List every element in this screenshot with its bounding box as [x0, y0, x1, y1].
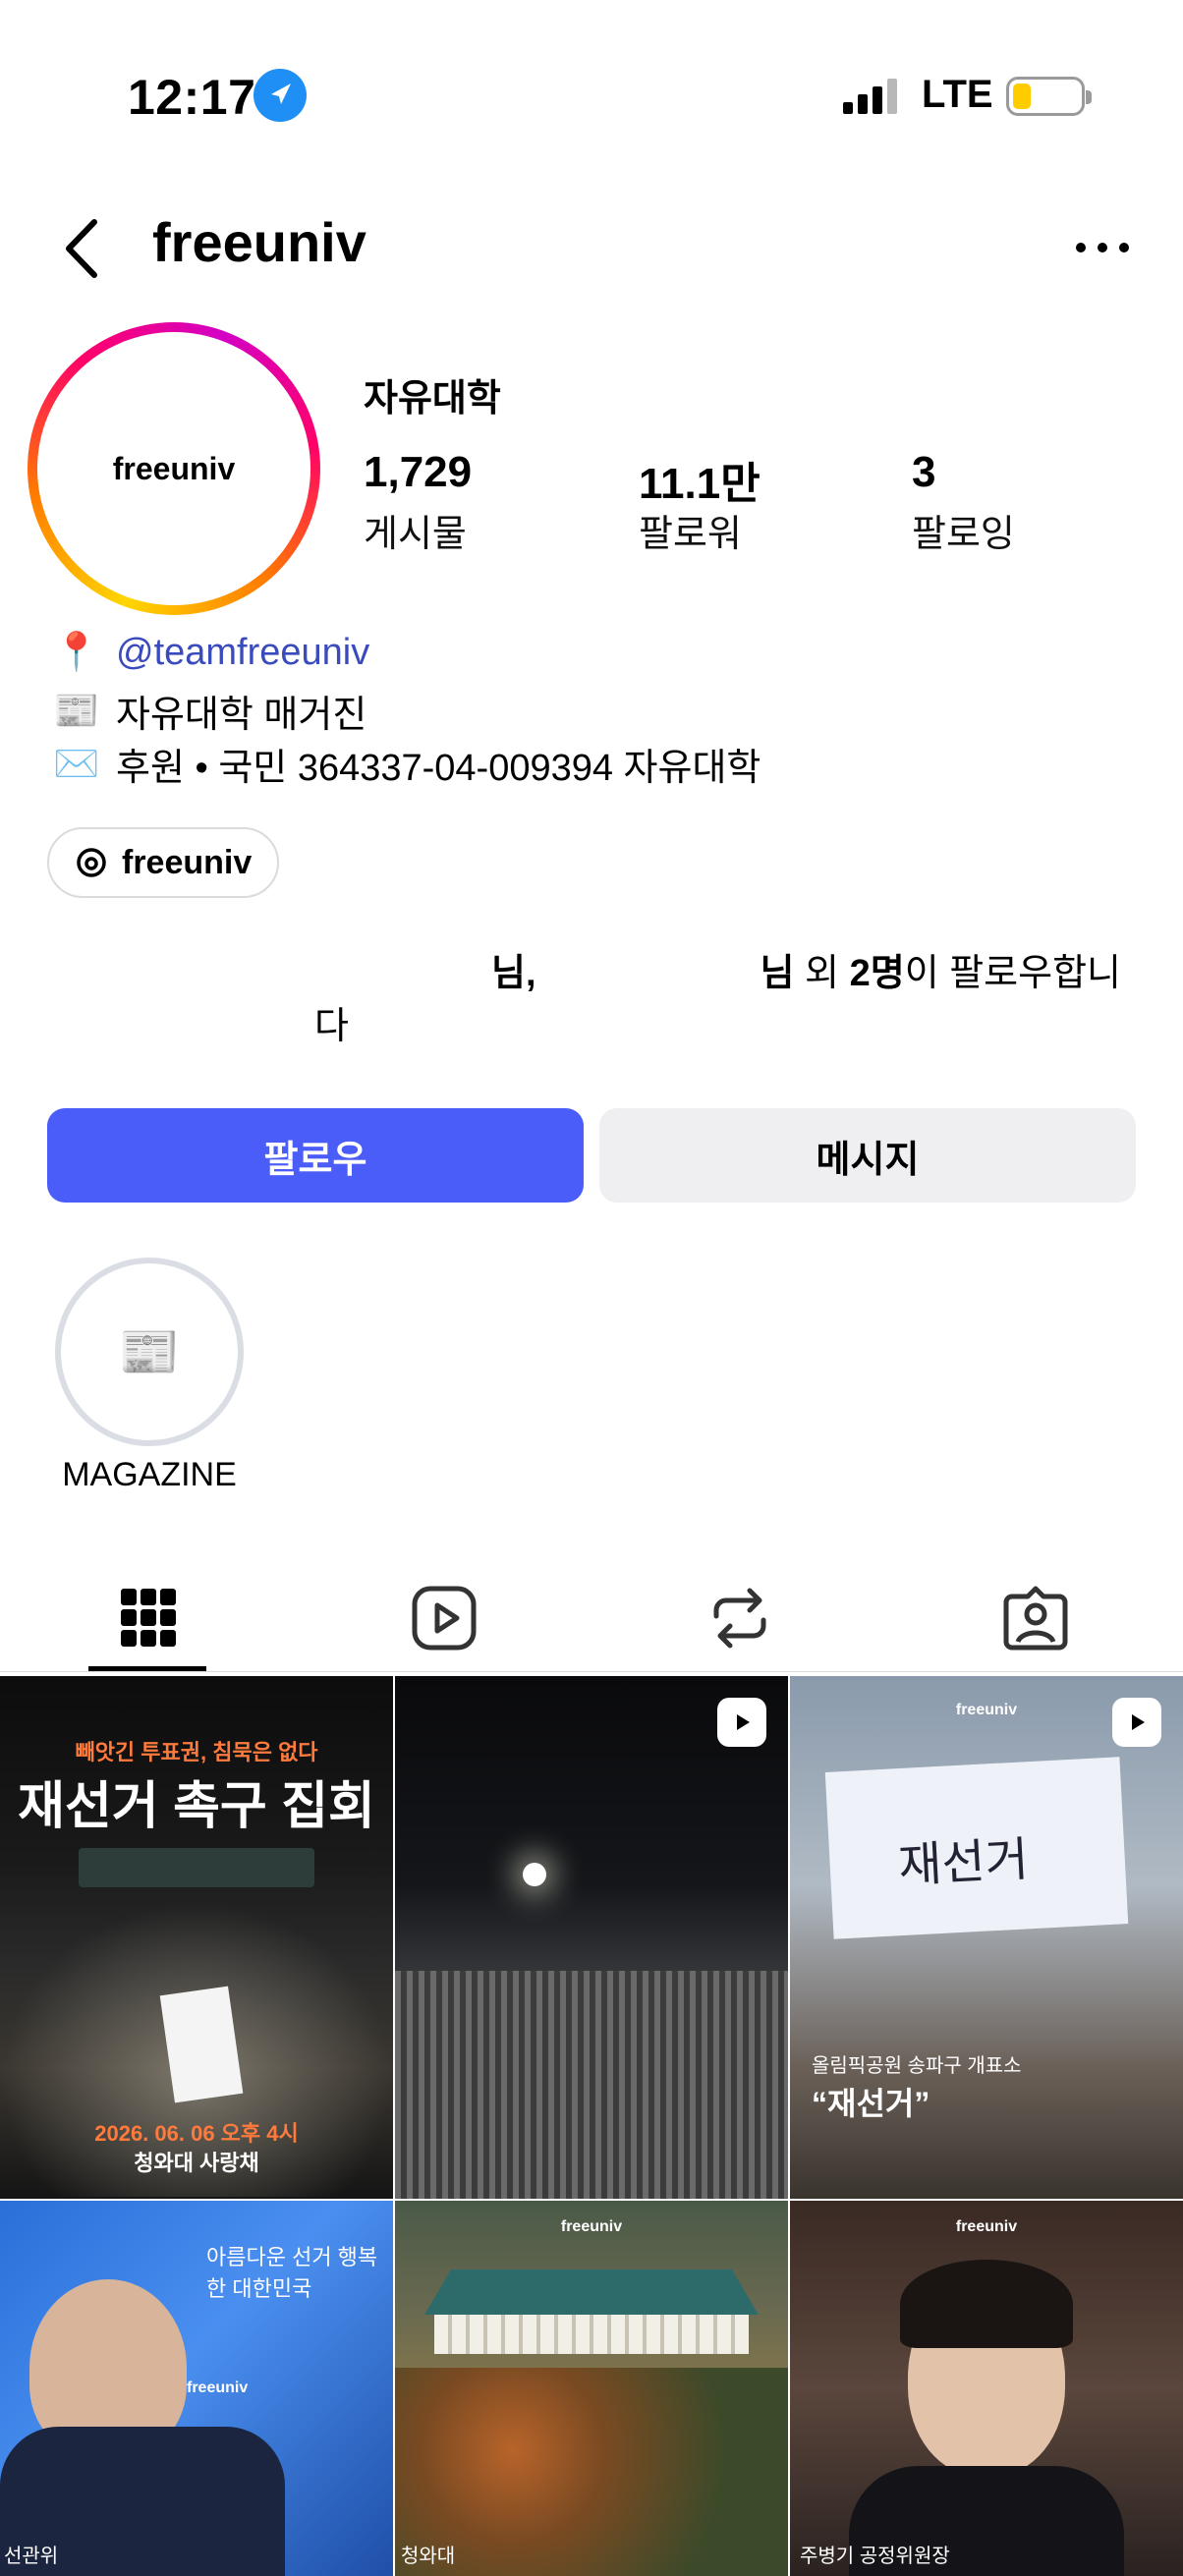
following-count[interactable]: 3 — [912, 448, 935, 497]
bio-line-donation: ✉️ 후원 • 국민 364337-04-009394 자유대학 — [51, 737, 760, 791]
highlight-magazine[interactable]: 📰 — [55, 1258, 244, 1446]
reel-icon — [717, 1698, 766, 1747]
post-place: 청와대 사랑채 — [134, 2151, 259, 2175]
followed-by-text[interactable]: 님, 님 외 2명이 팔로우합니다 — [314, 947, 1150, 1053]
followed-by-count: 2명 — [849, 953, 905, 994]
avatar: freeuniv — [47, 342, 301, 595]
more-options-icon[interactable] — [1073, 240, 1132, 255]
pin-icon: 📍 — [53, 632, 100, 673]
post-thumbnail[interactable]: freeuniv 재선거 올림픽공원 송파구 개표소 “재선거” — [790, 1676, 1183, 2199]
back-arrow-icon[interactable] — [59, 214, 108, 283]
highlight-label: MAGAZINE — [62, 1456, 237, 1493]
following-label[interactable]: 팔로잉 — [912, 503, 1015, 557]
tab-divider — [0, 1671, 1183, 1672]
threads-link-button[interactable]: freeuniv — [47, 827, 280, 898]
followed-by-name-suffix: 님, — [491, 953, 536, 994]
message-button[interactable]: 메시지 — [599, 1108, 1136, 1203]
status-time: 12:17 — [128, 70, 256, 125]
reels-icon — [412, 1586, 476, 1651]
post-caption: 주병기 공정위원장 — [800, 2546, 950, 2567]
post-brand: freeuniv — [955, 2218, 1018, 2235]
post-banner: 아름다운 선거 행복한 대한민국 — [206, 2245, 378, 2301]
profile-username: freeuniv — [152, 211, 366, 273]
network-label: LTE — [922, 73, 993, 116]
bio-line-magazine: 📰 자유대학 매거진 — [51, 684, 366, 738]
tab-reposts[interactable] — [592, 1564, 887, 1672]
threads-handle: freeuniv — [122, 843, 253, 881]
post-date: 2026. 06. 06 오후 4시 — [94, 2121, 299, 2146]
post-title: 재선거 촉구 집회 — [18, 1778, 375, 1835]
profile-full-name: 자유대학 — [364, 378, 501, 420]
post-brand: freeuniv — [187, 2380, 249, 2396]
reposts-icon — [713, 1588, 765, 1649]
profile-avatar-story-ring[interactable]: freeuniv — [28, 322, 320, 615]
battery-icon — [1006, 77, 1092, 116]
post-caption-small: 올림픽공원 송파구 개표소 — [812, 2055, 1022, 2077]
tab-reels[interactable] — [296, 1564, 592, 1672]
post-sign: 재선거 — [896, 1831, 1031, 1894]
tagged-icon — [1003, 1586, 1067, 1651]
followers-count[interactable]: 11.1만 — [639, 448, 760, 511]
cellular-signal-icon — [843, 79, 902, 114]
post-thumbnail[interactable]: freeuniv 청와대 — [395, 2201, 788, 2576]
followed-by-suffix: 이 팔로우합니다 — [314, 953, 1122, 1047]
followers-label[interactable]: 팔로워 — [639, 503, 742, 557]
followed-by-connector: 외 — [794, 953, 850, 994]
post-thumbnail[interactable] — [395, 1676, 788, 2199]
reel-icon — [1112, 1698, 1161, 1747]
posts-label[interactable]: 게시물 — [364, 503, 467, 557]
tab-tagged[interactable] — [887, 1564, 1183, 1672]
bio-mention-link[interactable]: @teamfreeuniv — [116, 632, 369, 674]
post-caption-big: “재선거” — [812, 2086, 930, 2121]
followed-by-name-suffix: 님 — [760, 953, 795, 994]
bio-line-mention: 📍 @teamfreeuniv — [51, 631, 369, 674]
post-top-text: 빼앗긴 투표권, 침묵은 없다 — [75, 1740, 318, 1764]
envelope-icon: ✉️ — [53, 743, 100, 785]
post-caption: 청와대 — [401, 2546, 456, 2567]
newspaper-icon: 📰 — [53, 690, 100, 732]
post-brand: freeuniv — [560, 2218, 623, 2235]
posts-count[interactable]: 1,729 — [364, 448, 472, 497]
bio-text: 후원 • 국민 364337-04-009394 자유대학 — [116, 748, 761, 789]
post-caption: 선관위 — [4, 2546, 59, 2567]
tab-posts-grid[interactable] — [0, 1564, 296, 1672]
post-thumbnail[interactable]: 아름다운 선거 행복한 대한민국 freeuniv 선관위 — [0, 2201, 393, 2576]
grid-icon — [120, 1589, 176, 1647]
post-thumbnail[interactable]: 빼앗긴 투표권, 침묵은 없다 재선거 촉구 집회 2026. 06. 06 오… — [0, 1676, 393, 2199]
post-thumbnail[interactable]: freeuniv 주병기 공정위원장 — [790, 2201, 1183, 2576]
bio-text: 자유대학 매거진 — [116, 695, 367, 736]
location-arrow-icon — [254, 69, 307, 122]
threads-icon — [77, 848, 106, 877]
follow-button[interactable]: 팔로우 — [47, 1108, 584, 1203]
newspaper-icon: 📰 — [71, 1273, 228, 1430]
